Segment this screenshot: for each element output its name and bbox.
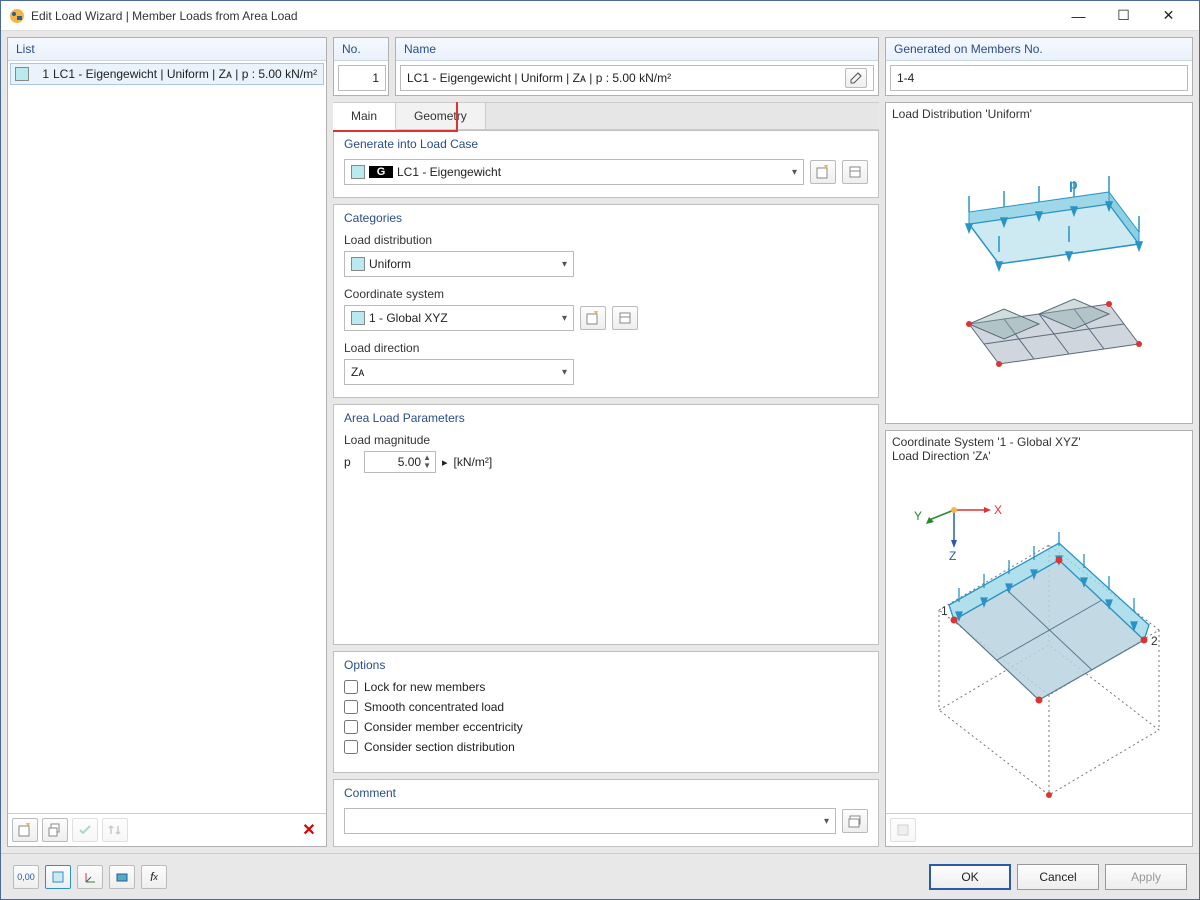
list-header: List (8, 38, 326, 61)
svg-text:1: 1 (941, 604, 948, 618)
list-item-number: 1 (33, 67, 49, 81)
edit-name-icon[interactable] (845, 68, 867, 88)
p-symbol: p (344, 455, 358, 469)
svg-text:Z: Z (949, 549, 956, 563)
load-case-dropdown[interactable]: G LC1 - Eigengewicht ▾ (344, 159, 804, 185)
section-dist-checkbox[interactable]: Consider section distribution (344, 740, 868, 754)
comment-library-button[interactable] (842, 809, 868, 833)
cs-color-swatch (351, 311, 365, 325)
new-item-button[interactable] (12, 818, 38, 842)
dist-color-swatch (351, 257, 365, 271)
comment-title: Comment (334, 780, 878, 802)
chevron-down-icon: ▾ (824, 816, 829, 827)
loadcase-badge: G (369, 166, 393, 178)
generate-group-title: Generate into Load Case (334, 131, 878, 153)
comment-input[interactable]: ▾ (344, 808, 836, 834)
axes-button[interactable] (77, 865, 103, 889)
copy-item-button[interactable] (42, 818, 68, 842)
dist-diagram-title: Load Distribution 'Uniform' (886, 103, 1192, 125)
lock-members-checkbox[interactable]: Lock for new members (344, 680, 868, 694)
magnitude-label: Load magnitude (344, 433, 868, 447)
list-panel: List 1 LC1 - Eigengewicht | Uniform | Zᴀ… (7, 37, 327, 847)
list-item-label: LC1 - Eigengewicht | Uniform | Zᴀ | p : … (53, 67, 317, 81)
chevron-down-icon: ▾ (792, 167, 797, 178)
titlebar: Edit Load Wizard | Member Loads from Are… (1, 1, 1199, 31)
generated-on-input[interactable]: 1-4 (890, 65, 1188, 91)
window-title: Edit Load Wizard | Member Loads from Are… (31, 9, 1056, 23)
no-label: No. (334, 38, 388, 61)
new-loadcase-button[interactable] (810, 160, 836, 184)
cs-label: Coordinate system (344, 287, 868, 301)
area-params-title: Area Load Parameters (334, 405, 878, 427)
chevron-down-icon: ▾ (562, 313, 567, 324)
display-button[interactable] (45, 865, 71, 889)
ok-button[interactable]: OK (929, 864, 1011, 890)
tab-geometry[interactable]: Geometry (396, 103, 486, 129)
options-title: Options (334, 652, 878, 674)
categories-group-title: Categories (334, 205, 878, 227)
units-button[interactable]: 0,00 (13, 865, 39, 889)
tab-strip: Main Geometry (333, 102, 879, 130)
cs-diagram-title: Coordinate System '1 - Global XYZ' Load … (886, 431, 1192, 467)
name-label: Name (396, 38, 878, 61)
load-distribution-dropdown[interactable]: Uniform ▾ (344, 251, 574, 277)
svg-text:Y: Y (914, 509, 922, 523)
loadcase-library-button[interactable] (842, 160, 868, 184)
new-cs-button[interactable] (580, 306, 606, 330)
name-input[interactable]: LC1 - Eigengewicht | Uniform | Zᴀ | p : … (400, 65, 874, 91)
dir-label: Load direction (344, 341, 868, 355)
loadcase-color-swatch (351, 165, 365, 179)
function-button[interactable]: fx (141, 865, 167, 889)
sort-button[interactable] (102, 818, 128, 842)
cancel-button[interactable]: Cancel (1017, 864, 1099, 890)
maximize-button[interactable]: ☐ (1101, 2, 1146, 30)
cs-library-button[interactable] (612, 306, 638, 330)
dist-label: Load distribution (344, 233, 868, 247)
chevron-down-icon: ▾ (562, 367, 567, 378)
render-button[interactable] (109, 865, 135, 889)
member-ecc-checkbox[interactable]: Consider member eccentricity (344, 720, 868, 734)
minimize-button[interactable]: — (1056, 2, 1101, 30)
delete-button[interactable]: ✕ (296, 818, 322, 842)
svg-text:2: 2 (1151, 634, 1158, 648)
coordinate-system-diagram: X Y Z (886, 467, 1192, 813)
tab-main[interactable]: Main (333, 103, 396, 130)
check-button[interactable] (72, 818, 98, 842)
generated-on-label: Generated on Members No. (886, 38, 1192, 61)
load-magnitude-input[interactable]: 5.00 ▲▼ (364, 451, 436, 473)
list-item[interactable]: 1 LC1 - Eigengewicht | Uniform | Zᴀ | p … (10, 63, 324, 85)
load-direction-dropdown[interactable]: Zᴀ ▾ (344, 359, 574, 385)
view-settings-button[interactable] (890, 818, 916, 842)
close-button[interactable]: ✕ (1146, 2, 1191, 30)
dialog-footer: 0,00 fx OK Cancel Apply (1, 853, 1199, 899)
chevron-down-icon: ▾ (562, 259, 567, 270)
no-input[interactable]: 1 (338, 65, 386, 91)
app-icon (9, 8, 25, 24)
coordinate-system-dropdown[interactable]: 1 - Global XYZ ▾ (344, 305, 574, 331)
units-label: [kN/m²] (454, 455, 493, 469)
load-distribution-diagram: p (886, 125, 1192, 423)
apply-button[interactable]: Apply (1105, 864, 1187, 890)
smooth-load-checkbox[interactable]: Smooth concentrated load (344, 700, 868, 714)
color-swatch (15, 67, 29, 81)
svg-text:X: X (994, 503, 1002, 517)
loadcase-value: LC1 - Eigengewicht (397, 165, 501, 179)
